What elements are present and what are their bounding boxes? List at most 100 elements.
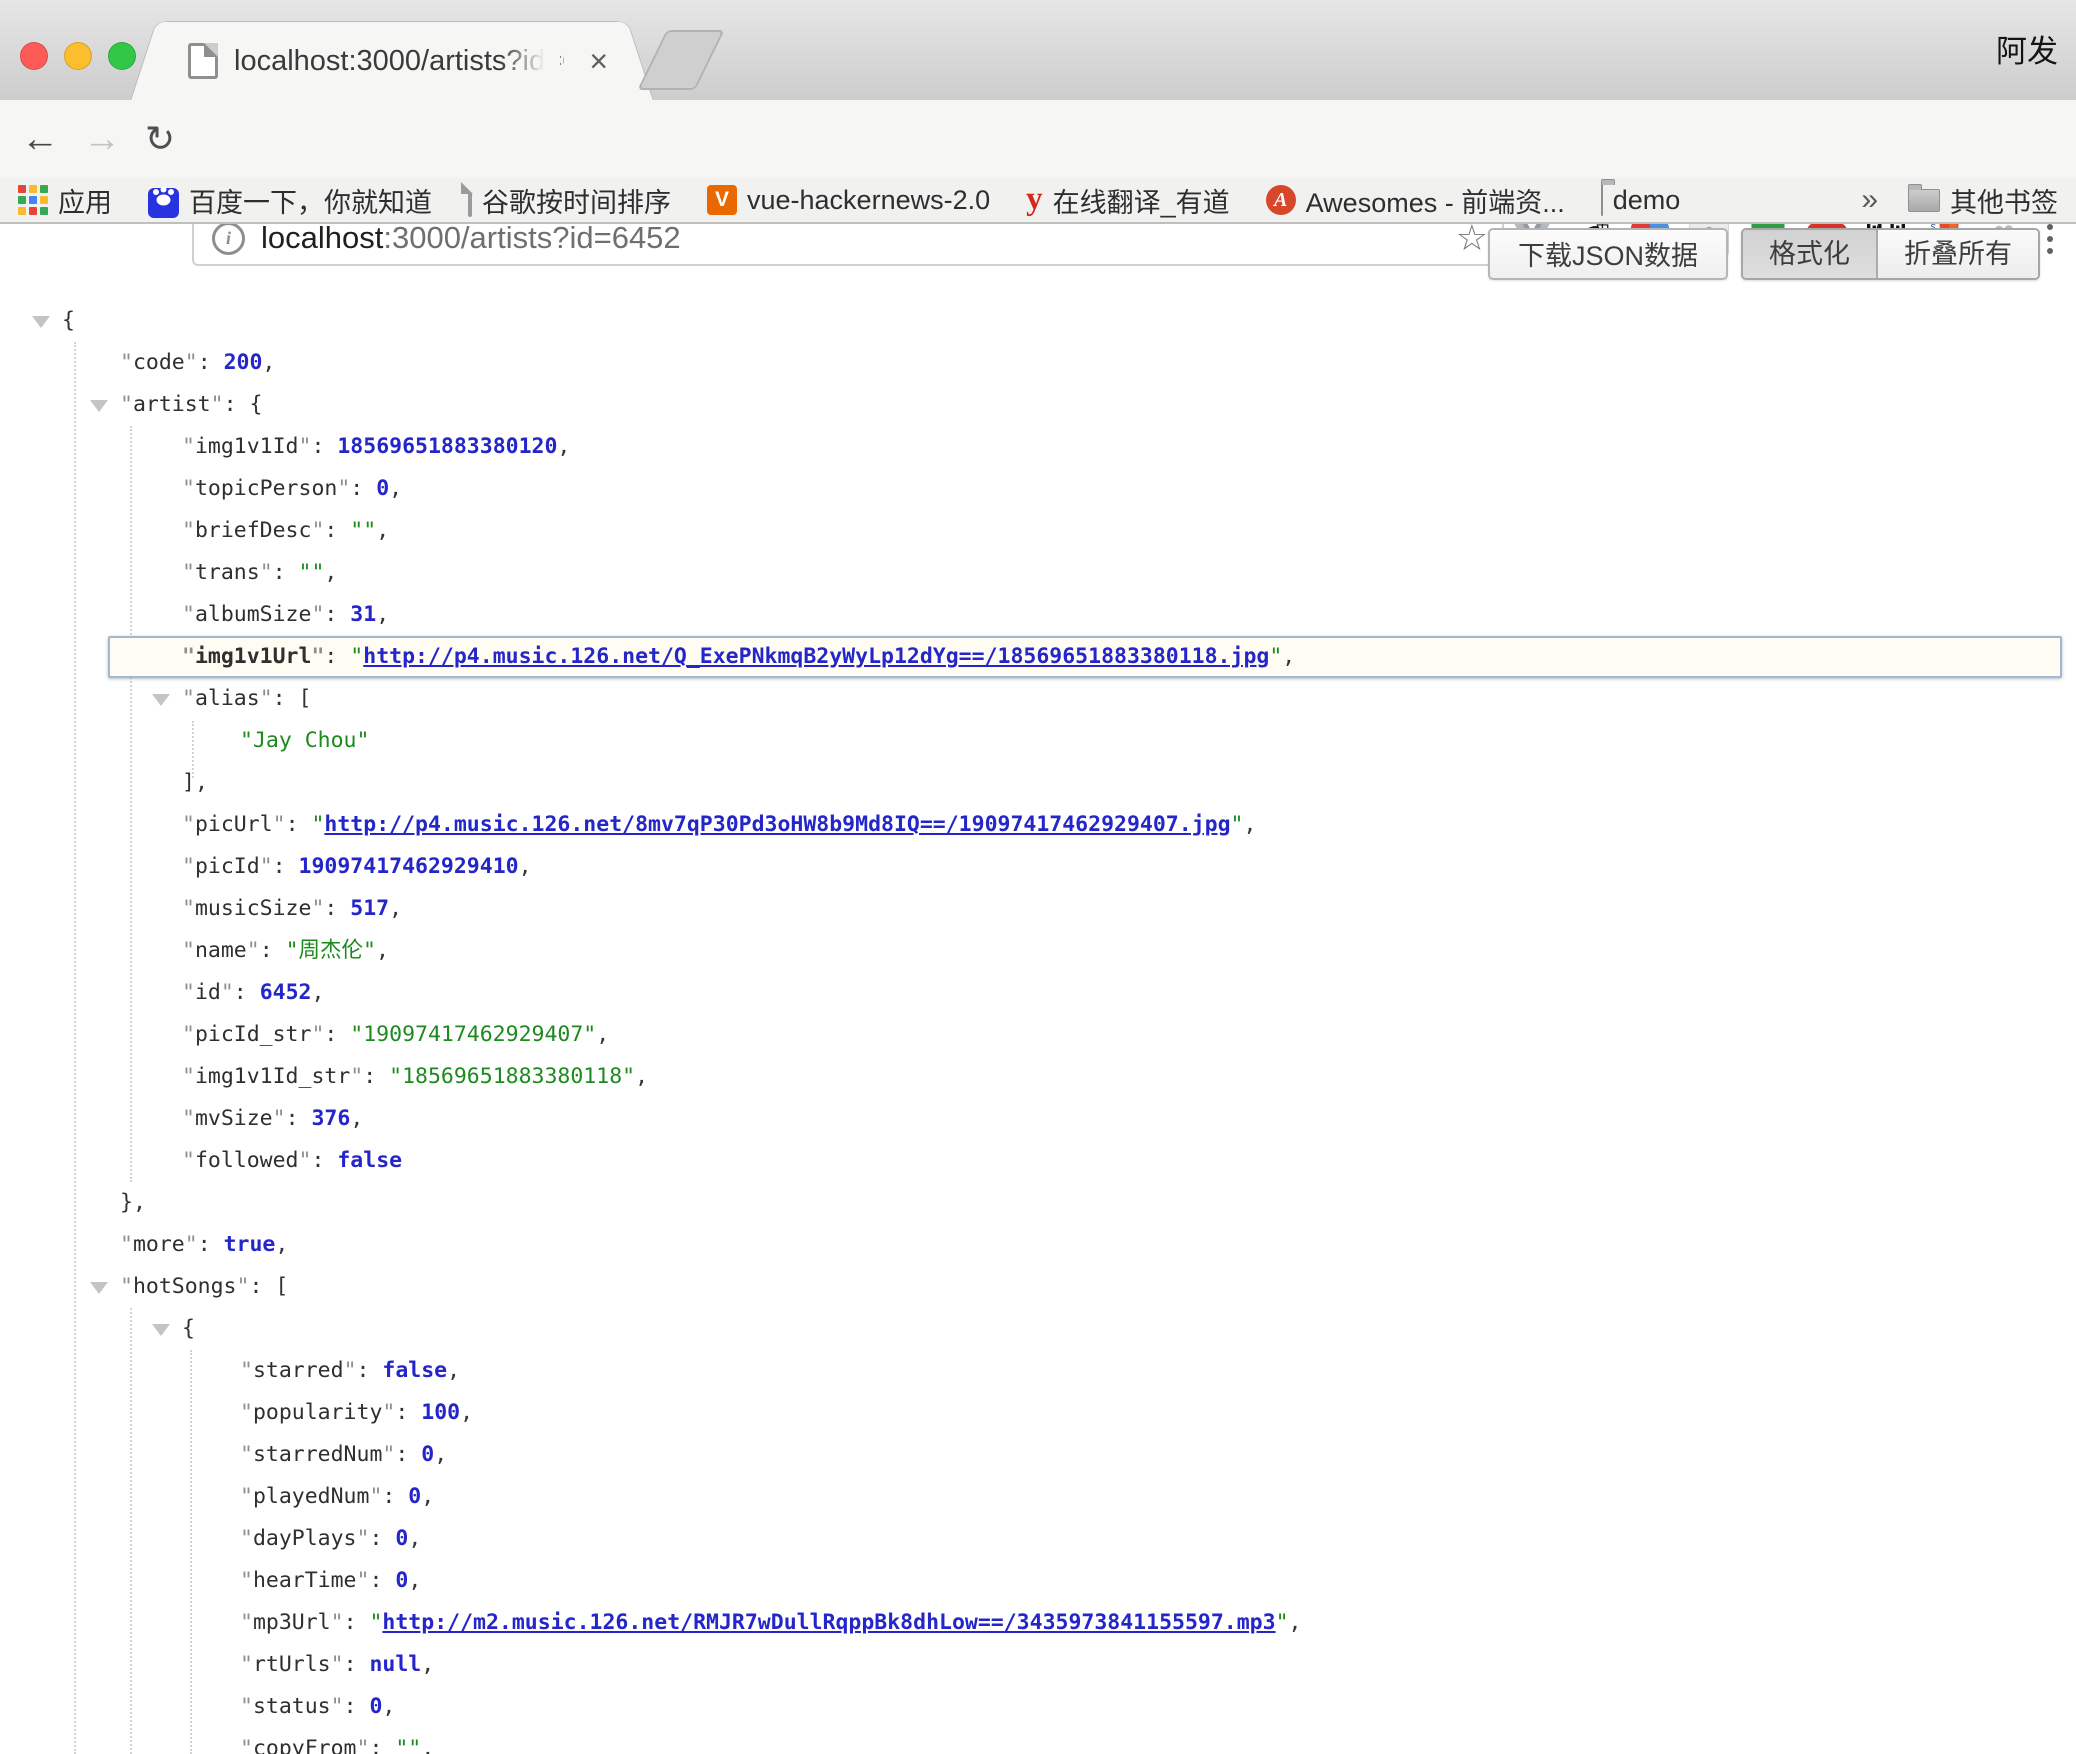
- json-token: :: [369, 1568, 395, 1593]
- bookmark-item-1[interactable]: 应用: [18, 181, 112, 220]
- page-info-icon[interactable]: i: [212, 222, 245, 255]
- tab-title-fade: [500, 30, 560, 92]
- json-token: picId_str: [195, 1022, 312, 1047]
- json-token: musicSize: [195, 896, 312, 921]
- json-token: ": [337, 476, 350, 501]
- collapse-toggle-icon[interactable]: [90, 1282, 108, 1294]
- collapse-toggle-icon[interactable]: [32, 316, 50, 328]
- bookmark-item-6[interactable]: AAwesomes - 前端资...: [1266, 181, 1565, 220]
- folder-icon: [1908, 189, 1940, 212]
- json-token: :: [369, 1736, 395, 1754]
- download-json-button[interactable]: 下载JSON数据: [1488, 228, 1728, 280]
- json-token: ": [182, 644, 195, 669]
- json-url-link[interactable]: http://m2.music.126.net/RMJR7wDullRqppBk…: [382, 1610, 1275, 1635]
- format-button[interactable]: 格式化: [1743, 230, 1878, 278]
- bookmark-item-2[interactable]: 百度一下，你就知道: [148, 181, 432, 220]
- json-token: ,: [421, 1484, 434, 1509]
- json-token: ,: [262, 350, 275, 375]
- json-token: ": [311, 602, 324, 627]
- json-token: "周杰伦": [286, 938, 376, 963]
- json-line: "more": true,: [0, 1224, 2076, 1266]
- json-line: "briefDesc": "",: [0, 510, 2076, 552]
- json-token: {: [182, 1316, 195, 1341]
- tab-close-icon[interactable]: ×: [589, 45, 608, 77]
- bookmark-item-5[interactable]: y在线翻译_有道: [1026, 181, 1230, 220]
- close-window-button[interactable]: [20, 42, 48, 70]
- json-line: "mvSize": 376,: [0, 1098, 2076, 1140]
- collapse-toggle-icon[interactable]: [152, 1324, 170, 1336]
- json-token: ,: [275, 1232, 288, 1257]
- json-line: "mp3Url": "http://m2.music.126.net/RMJR7…: [0, 1602, 2076, 1644]
- json-token: artist: [133, 392, 211, 417]
- page-icon: [468, 185, 472, 216]
- json-token: false: [337, 1148, 402, 1173]
- json-line: "picId_str": "19097417462929407",: [0, 1014, 2076, 1056]
- json-token: mvSize: [195, 1106, 273, 1131]
- json-token: :: [324, 518, 350, 543]
- bookmarks-overflow-icon[interactable]: »: [1861, 183, 1878, 217]
- json-token: ": [120, 350, 133, 375]
- browser-menu-icon[interactable]: [2047, 224, 2053, 254]
- json-token: [: [299, 686, 312, 711]
- collapse-toggle-icon[interactable]: [152, 694, 170, 706]
- json-token: albumSize: [195, 602, 312, 627]
- json-token: "18569651883380118": [389, 1064, 635, 1089]
- browser-tab[interactable]: localhost:3000/artists?id=645 ×: [158, 22, 626, 100]
- json-token: ,: [324, 560, 337, 585]
- json-token: :: [286, 1106, 312, 1131]
- json-token: ": [182, 1106, 195, 1131]
- youdao-icon: y: [1026, 184, 1043, 216]
- json-line: "status": 0,: [0, 1686, 2076, 1728]
- minimize-window-button[interactable]: [64, 42, 92, 70]
- json-token: ": [182, 854, 195, 879]
- json-token: ": [182, 896, 195, 921]
- json-token: hotSongs: [133, 1274, 237, 1299]
- json-token: code: [133, 350, 185, 375]
- json-token: :: [344, 1652, 370, 1677]
- json-token: ": [182, 938, 195, 963]
- zoom-window-button[interactable]: [108, 42, 136, 70]
- json-token: starred: [253, 1358, 344, 1383]
- json-token: ": [273, 1106, 286, 1131]
- json-token: ,: [382, 1694, 395, 1719]
- json-token: ": [240, 1484, 253, 1509]
- tab-strip: localhost:3000/artists?id=645 × 阿发: [0, 0, 2076, 100]
- reload-icon[interactable]: ↻: [132, 100, 188, 178]
- json-token: ": [311, 518, 324, 543]
- json-token: 19097417462929410: [299, 854, 519, 879]
- json-token: ": [357, 1526, 370, 1551]
- json-token: id: [195, 980, 221, 1005]
- json-token: ,: [408, 1526, 421, 1551]
- other-bookmarks-button[interactable]: 其他书签: [1908, 181, 2058, 220]
- new-tab-button[interactable]: [637, 30, 724, 90]
- json-token: ": [240, 1526, 253, 1551]
- json-token: :: [198, 1232, 224, 1257]
- bookmark-label: demo: [1613, 185, 1681, 216]
- json-token: ,: [447, 1358, 460, 1383]
- json-token: 0: [408, 1484, 421, 1509]
- json-token: ],: [182, 770, 208, 795]
- bookmark-item-3[interactable]: 谷歌按时间排序: [468, 181, 671, 220]
- json-line: "playedNum": 0,: [0, 1476, 2076, 1518]
- bookmark-item-7[interactable]: demo: [1601, 185, 1681, 216]
- json-token: ,: [376, 518, 389, 543]
- json-token: hearTime: [253, 1568, 357, 1593]
- json-token: ": [331, 1652, 344, 1677]
- back-icon[interactable]: ←: [12, 100, 68, 178]
- json-token: ": [331, 1610, 344, 1635]
- profile-name[interactable]: 阿发: [1996, 26, 2058, 71]
- collapse-all-button[interactable]: 折叠所有: [1878, 230, 2038, 278]
- json-token: rtUrls: [253, 1652, 331, 1677]
- json-token: ": [344, 1358, 357, 1383]
- forward-icon[interactable]: →: [74, 100, 130, 178]
- collapse-toggle-icon[interactable]: [90, 400, 108, 412]
- json-url-link[interactable]: http://p4.music.126.net/Q_ExePNkmqB2yWyL…: [363, 644, 1269, 669]
- json-line: "name": "周杰伦",: [0, 930, 2076, 972]
- json-url-link[interactable]: http://p4.music.126.net/8mv7qP30Pd3oHW8b…: [324, 812, 1230, 837]
- json-token: ": [182, 1148, 195, 1173]
- json-token: :: [344, 1694, 370, 1719]
- json-token: [: [275, 1274, 288, 1299]
- json-token: ": [240, 1358, 253, 1383]
- bookmark-item-4[interactable]: Vvue-hackernews-2.0: [707, 185, 990, 216]
- json-token: copyFrom: [253, 1736, 357, 1754]
